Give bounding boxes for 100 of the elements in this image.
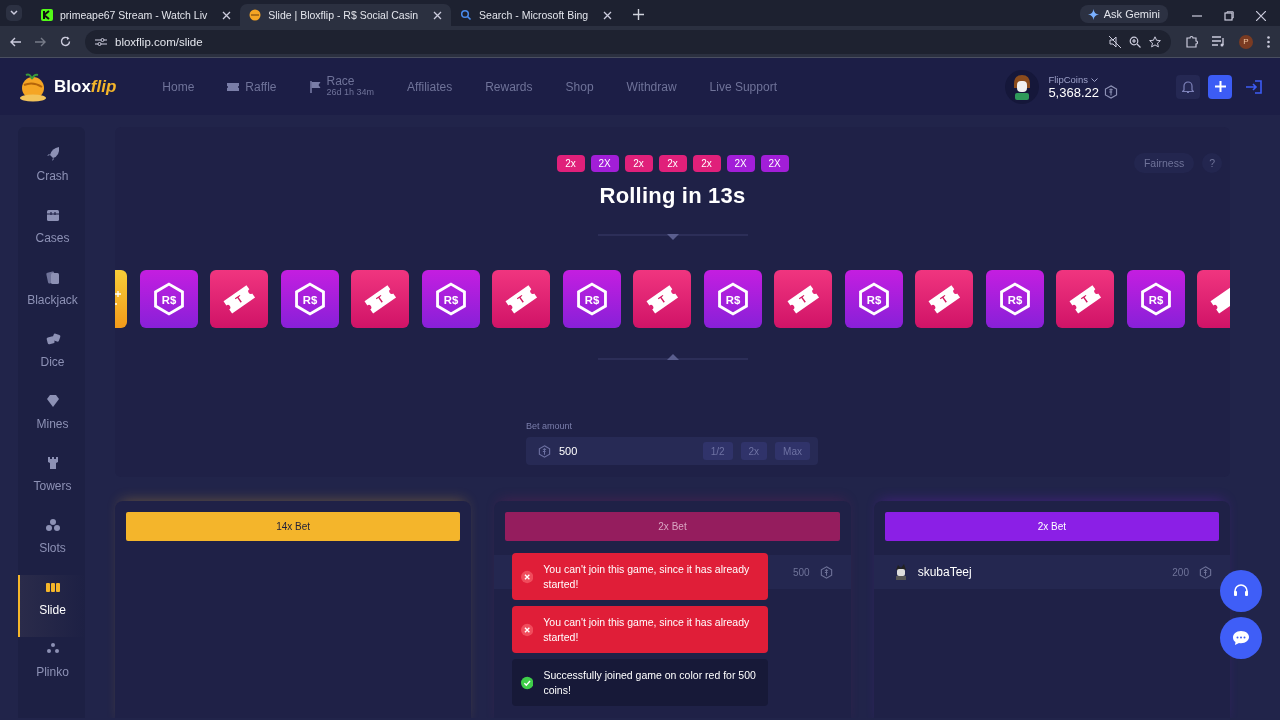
media-queue-icon[interactable] [1212,36,1225,47]
sparkle-icon [1087,8,1099,20]
muted-speaker-icon[interactable] [1109,35,1121,48]
cards-icon [44,269,61,285]
profile-avatar[interactable]: P [1239,34,1253,49]
toast-message: You can't join this game, since it has already started! [543,562,751,591]
site-settings-icon[interactable] [95,36,107,47]
robux-icon: R$ [997,282,1032,316]
nav-link[interactable]: Raffle [227,79,277,94]
history-chip: 2x [692,155,721,172]
tab-title: primeape67 Stream - Watch Liv [60,9,208,21]
fairness-button[interactable]: Fairness [1133,153,1195,173]
history-chip: 2x [658,155,687,172]
countdown-title: Rolling in 13s [598,183,747,209]
nav-link[interactable]: Home [162,79,195,94]
zoom-icon[interactable] [1129,35,1141,48]
url-text: bloxflip.com/slide [115,35,203,48]
tab-title: Slide | Bloxflip - R$ Social Casin [268,9,419,21]
bet-amount: 500 [792,566,810,578]
game-menu-item[interactable]: Cases [18,203,85,265]
nav-link[interactable]: Withdraw [626,79,677,94]
place-bet-button[interactable]: 14x Bet [126,512,461,541]
robux-icon: R$ [433,282,468,316]
history-chip: 2X [760,155,789,172]
login-icon[interactable] [1246,79,1262,94]
robux-icon: R$ [856,282,891,316]
toast-message: You can't join this game, since it has already started! [543,615,751,644]
game-menu-item[interactable]: Dice [18,327,85,389]
forward-arrow-icon[interactable] [35,36,46,47]
ask-gemini-button[interactable]: Ask Gemini [1079,5,1168,23]
chevron-down-icon [1090,77,1098,83]
nav-link[interactable]: Live Support [709,79,777,94]
countdown-text: 26d 1h 34m [326,88,375,98]
deposit-button[interactable] [1208,74,1232,99]
history-chip: 2X [590,155,619,172]
restore-icon[interactable] [1224,11,1234,21]
dots-icon [44,517,61,533]
search-icon [460,9,473,21]
more-menu-icon[interactable] [1267,35,1270,48]
reload-icon[interactable] [60,36,71,47]
error-icon [521,569,534,584]
case-icon [44,207,61,223]
close-icon[interactable] [603,10,613,20]
robux-icon: R$ [715,282,750,316]
toast-message: Successfully joined game on color red for 500 coins! [543,668,757,697]
close-icon[interactable] [1256,11,1266,21]
game-menu-item[interactable]: Towers [18,451,85,513]
bell-icon [1182,80,1194,93]
history-chip: 2x [556,155,585,172]
gem-icon [44,393,61,409]
field-label: Bet amount [526,421,574,431]
nav-link[interactable]: Affiliates [407,79,453,94]
game-menu-item[interactable]: Crash [18,141,85,203]
robux-icon: R$ [1138,282,1173,316]
chevron-down-icon [10,10,18,16]
user-avatar[interactable] [1005,69,1040,104]
currency-icon [538,444,551,458]
robux-icon: R$ [574,282,609,316]
game-menu-item[interactable]: Slots [18,513,85,575]
figure-icon [893,564,908,580]
support-button[interactable] [1220,570,1262,612]
extensions-icon[interactable] [1185,35,1198,48]
balance-amount: 5,368.22 [1048,84,1099,100]
tab-title: Search - Microsoft Bing [479,9,589,21]
plus-icon [1214,81,1226,92]
new-tab-icon[interactable] [633,9,645,20]
place-bet-button[interactable]: 2x Bet [884,512,1219,541]
history-chip: 2x [624,155,653,172]
address-bar[interactable]: bloxflip.com/slide [85,29,1171,54]
k-logo-icon [41,9,53,21]
currency-icon [1104,85,1118,99]
currency-icon [1199,565,1212,579]
chat-button[interactable] [1220,617,1262,659]
nav-label: Race [326,75,356,89]
star-icon[interactable] [1149,35,1161,48]
dice-icon [44,331,61,347]
coin-icon [249,9,262,21]
nav-link[interactable]: Shop [565,79,594,94]
robux-icon: R$ [292,282,327,316]
help-button[interactable]: ? [1202,153,1222,173]
browser-tab[interactable]: Slide | Bloxflip - R$ Social Casin [240,4,452,26]
nav-link[interactable]: Rewards [485,79,533,94]
tab-list-button[interactable] [6,5,22,21]
check-icon [521,675,534,690]
bet-amount-input[interactable]: 500 [559,445,695,457]
robux-icon: R$ [151,282,186,316]
game-menu-item[interactable]: Mines [18,389,85,451]
error-icon [521,622,534,637]
browser-tab[interactable]: Search - Microsoft Bing [451,4,622,26]
close-icon[interactable] [433,10,443,20]
currency-selector[interactable]: FlipCoins [1048,73,1118,85]
back-arrow-icon[interactable] [10,36,21,47]
game-menu-item[interactable]: Plinko [18,637,85,699]
ticket-icon [227,81,240,92]
notifications-button[interactable] [1176,74,1200,99]
close-icon[interactable] [222,10,232,20]
bet-amount: 200 [1172,566,1189,578]
site-logo[interactable]: Bloxflip [54,76,117,97]
browser-tab[interactable]: primeape67 Stream - Watch Liv [32,4,241,26]
game-menu-item[interactable]: Blackjack [18,265,85,327]
